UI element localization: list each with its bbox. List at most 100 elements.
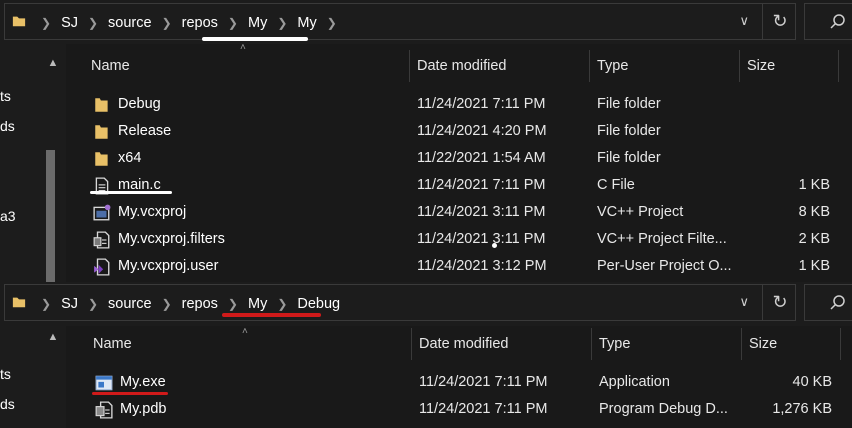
breadcrumb-item-source[interactable]: source [108,15,152,31]
column-divider[interactable] [409,50,410,82]
search-icon [830,295,845,310]
exe-icon [95,375,113,391]
breadcrumb-item-sj[interactable]: SJ [61,15,78,31]
list-item[interactable]: My.exe 11/24/2021 7:11 PM Application 40… [72,369,852,396]
folder-icon [95,125,108,139]
chevron-down-icon[interactable]: ∨ [739,13,749,29]
file-size: 1 KB [798,177,830,193]
refresh-button[interactable]: ↻ [762,3,797,40]
file-size: 1,276 KB [772,401,832,417]
file-name: Release [118,123,172,139]
folder-icon [95,152,108,166]
chevron-right-icon: ❯ [227,15,238,30]
file-type: C File [597,177,635,193]
nav-item[interactable]: ds [0,396,15,412]
list-item[interactable]: My.vcxproj 11/24/2021 3:11 PM VC++ Proje… [72,199,852,226]
breadcrumb[interactable]: ❯ SJ ❯ source ❯ repos ❯ My ❯ Debug ∨ [4,284,796,321]
chevron-right-icon: ❯ [277,296,288,311]
navigation-pane[interactable]: ▲ ts ds a3 [0,44,66,282]
chevron-down-icon[interactable]: ∨ [739,294,749,310]
address-bar: ❯ SJ ❯ source ❯ repos ❯ My ❯ My ❯ ∨ ↻ [0,0,852,44]
navigation-pane[interactable]: ▲ ts ds [0,326,66,428]
nav-item[interactable]: ts [0,366,11,382]
search-box[interactable] [804,3,852,40]
nav-item[interactable]: ds [0,118,15,134]
column-divider[interactable] [741,328,742,360]
file-name: main.c [118,177,161,193]
column-divider[interactable] [840,328,841,360]
refresh-button[interactable]: ↻ [762,284,797,321]
filters-icon [93,231,110,249]
file-list: ˄ Name Date modified Type Size Debug 11/… [72,42,852,282]
file-type: File folder [597,123,661,139]
breadcrumb-item-repos[interactable]: repos [182,15,218,31]
breadcrumb-item-source[interactable]: source [108,296,152,312]
column-divider[interactable] [838,50,839,82]
chevron-right-icon: ❯ [41,296,52,311]
chevron-right-icon: ❯ [277,15,288,30]
breadcrumb-item-my[interactable]: My [248,15,267,31]
address-bar: ❯ SJ ❯ source ❯ repos ❯ My ❯ Debug ∨ ↻ [0,282,852,326]
chevron-right-icon[interactable]: ❯ [317,16,347,30]
scroll-up-arrow[interactable]: ▲ [46,332,60,343]
column-type[interactable]: Type [597,48,628,84]
chevron-right-icon: ❯ [87,296,99,311]
highlight-underline [92,392,168,395]
column-date-modified[interactable]: Date modified [417,48,506,84]
column-divider[interactable] [591,328,592,360]
explorer-window-debug: ❯ SJ ❯ source ❯ repos ❯ My ❯ Debug ∨ ↻ ▲… [0,282,852,428]
refresh-icon: ↻ [772,11,788,31]
scroll-up-arrow[interactable]: ▲ [46,58,60,69]
chevron-right-icon: ❯ [227,296,238,311]
breadcrumb-item-my[interactable]: My [248,296,267,312]
nav-item[interactable]: a3 [0,208,16,224]
column-type[interactable]: Type [599,326,630,362]
file-date: 11/24/2021 3:11 PM [417,204,546,220]
breadcrumb[interactable]: ❯ SJ ❯ source ❯ repos ❯ My ❯ My ❯ ∨ [4,3,796,40]
list-item[interactable]: Release 11/24/2021 4:20 PM File folder [72,118,852,145]
file-name: x64 [118,150,142,166]
chevron-right-icon: ❯ [161,296,172,311]
breadcrumb-item-my-current[interactable]: My [297,15,316,31]
vs-user-icon [94,258,110,276]
file-name: My.vcxproj [118,204,187,220]
cursor-dot [492,243,497,248]
file-size: 2 KB [798,231,830,247]
column-name[interactable]: Name [93,326,132,362]
breadcrumb-item-debug[interactable]: Debug [297,296,340,312]
column-name[interactable]: Name [91,48,130,84]
folder-icon [12,16,26,27]
file-type: File folder [597,96,661,112]
vcxproj-icon [93,204,111,221]
highlight-underline [90,191,172,194]
search-icon [830,14,845,29]
nav-item[interactable]: ts [0,88,11,104]
list-item[interactable]: My.vcxproj.user 11/24/2021 3:12 PM Per-U… [72,253,852,280]
breadcrumb-item-repos[interactable]: repos [182,296,218,312]
highlight-underline [202,37,308,41]
sort-caret-icon: ˄ [242,326,248,337]
file-size: 1 KB [798,258,830,274]
column-divider[interactable] [589,50,590,82]
file-date: 11/24/2021 3:12 PM [417,258,547,274]
file-date: 11/24/2021 7:11 PM [419,374,548,390]
column-size[interactable]: Size [747,48,775,84]
list-item[interactable]: My.vcxproj.filters 11/24/2021 3:11 PM VC… [72,226,852,253]
column-size[interactable]: Size [749,326,777,362]
list-item[interactable]: x64 11/22/2021 1:54 AM File folder [72,145,852,172]
highlight-underline [222,313,321,317]
search-box[interactable] [804,284,852,321]
folder-icon [12,297,26,308]
list-item[interactable]: Debug 11/24/2021 7:11 PM File folder [72,91,852,118]
column-divider[interactable] [739,50,740,82]
list-item[interactable]: main.c 11/24/2021 7:11 PM C File 1 KB [72,172,852,199]
scrollbar-thumb[interactable] [46,150,55,282]
file-date: 11/24/2021 4:20 PM [417,123,547,139]
column-header-row: ˄ Name Date modified Type Size [72,42,852,84]
file-name: Debug [118,96,161,112]
chevron-right-icon: ❯ [87,15,99,30]
breadcrumb-item-sj[interactable]: SJ [61,296,78,312]
column-date-modified[interactable]: Date modified [419,326,508,362]
column-divider[interactable] [411,328,412,360]
list-item[interactable]: My.pdb 11/24/2021 7:11 PM Program Debug … [72,396,852,423]
